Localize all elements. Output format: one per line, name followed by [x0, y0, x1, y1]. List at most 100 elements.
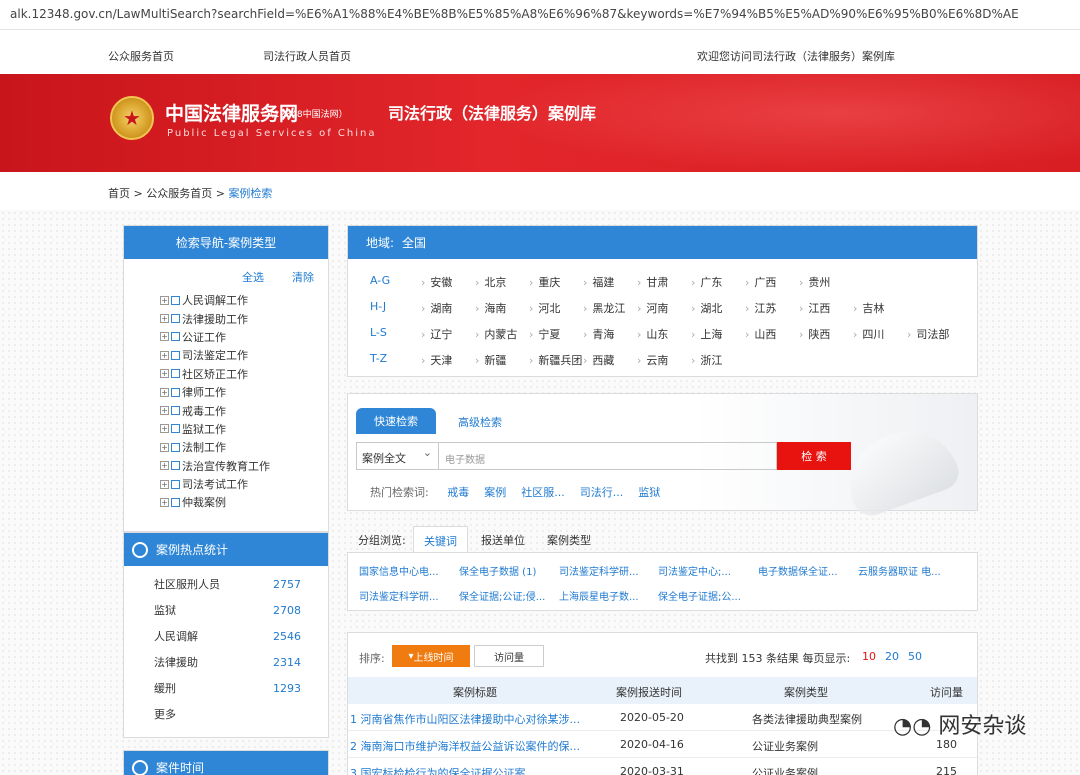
region-item[interactable]: 浙江: [691, 352, 722, 368]
search-button[interactable]: 检 索: [777, 442, 851, 470]
checkbox[interactable]: [171, 461, 180, 471]
tree-item-label[interactable]: 监狱工作: [182, 421, 226, 437]
address-bar[interactable]: alk.12348.gov.cn/LawMultiSearch?searchFi…: [0, 0, 1080, 30]
keyword-link[interactable]: 司法鉴定中心;...: [658, 563, 731, 578]
tree-item-label[interactable]: 律师工作: [182, 384, 226, 400]
sort-by-views-button[interactable]: 访问量: [474, 645, 544, 667]
page-size-50[interactable]: 50: [908, 650, 922, 663]
hot-search-term[interactable]: 戒毒: [447, 486, 469, 499]
stat-label[interactable]: 缓刑: [154, 680, 273, 696]
page-size-20[interactable]: 20: [885, 650, 899, 663]
tree-item-label[interactable]: 司法鉴定工作: [182, 347, 248, 363]
hot-search-term[interactable]: 案例: [484, 486, 506, 499]
tree-item-label[interactable]: 法制工作: [182, 439, 226, 455]
region-item[interactable]: 司法部: [907, 326, 949, 342]
region-item[interactable]: 青海: [583, 326, 614, 342]
region-item[interactable]: 贵州: [799, 274, 830, 290]
keyword-link[interactable]: 上海辰星电子数...: [559, 588, 639, 603]
hot-search-term[interactable]: 司法行...: [580, 486, 624, 499]
checkbox[interactable]: [171, 314, 180, 324]
expand-plus-icon[interactable]: +: [160, 497, 169, 507]
stat-row[interactable]: 社区服刑人员 2757: [124, 571, 328, 597]
page-size-10[interactable]: 10: [862, 650, 876, 663]
checkbox[interactable]: [171, 406, 180, 416]
search-input[interactable]: 电子数据: [439, 442, 777, 470]
checkbox[interactable]: [171, 350, 180, 360]
region-item[interactable]: 山西: [745, 326, 776, 342]
hot-search-term[interactable]: 社区服...: [521, 486, 565, 499]
checkbox[interactable]: [171, 442, 180, 452]
quick-search-tab[interactable]: 快速检索: [356, 408, 436, 434]
tab-case-type[interactable]: 案例类型: [547, 532, 591, 548]
keyword-link[interactable]: 国家信息中心电...: [359, 563, 439, 578]
stat-label[interactable]: 人民调解: [154, 628, 273, 644]
expand-plus-icon[interactable]: +: [160, 387, 169, 397]
checkbox[interactable]: [171, 479, 180, 489]
keyword-link[interactable]: 电子数据保全证...: [758, 563, 838, 578]
region-item[interactable]: 河北: [529, 300, 560, 316]
expand-plus-icon[interactable]: +: [160, 479, 169, 489]
region-letter-group[interactable]: L-S: [370, 326, 387, 339]
tab-keywords[interactable]: 关键词: [413, 526, 468, 553]
tree-item[interactable]: + 法律援助工作: [160, 309, 328, 327]
tree-item-label[interactable]: 公证工作: [182, 329, 226, 345]
result-title-link[interactable]: 2 海南海口市维护海洋权益公益诉讼案件的保...: [350, 738, 580, 754]
advanced-search-tab[interactable]: 高级检索: [458, 414, 502, 430]
expand-plus-icon[interactable]: +: [160, 314, 169, 324]
tree-item[interactable]: + 监狱工作: [160, 420, 328, 438]
checkbox[interactable]: [171, 369, 180, 379]
expand-plus-icon[interactable]: +: [160, 424, 169, 434]
region-letter-group[interactable]: A-G: [370, 274, 390, 287]
result-title-link[interactable]: 3 国宏标检检行为的保全证据公证案: [350, 765, 526, 775]
region-item[interactable]: 新疆: [475, 352, 506, 368]
tab-submitting-unit[interactable]: 报送单位: [481, 532, 525, 548]
tree-item-label[interactable]: 法律援助工作: [182, 311, 248, 327]
tree-item-label[interactable]: 法治宣传教育工作: [182, 458, 270, 474]
keyword-link[interactable]: 司法鉴定科学研...: [359, 588, 439, 603]
tree-item-label[interactable]: 人民调解工作: [182, 292, 248, 308]
keyword-link[interactable]: 保全证据;公证;侵...: [459, 588, 545, 603]
region-all-link[interactable]: 全国: [402, 234, 426, 251]
stat-row[interactable]: 监狱 2708: [124, 597, 328, 623]
checkbox[interactable]: [171, 424, 180, 434]
region-item[interactable]: 广东: [691, 274, 722, 290]
tree-item[interactable]: + 人民调解工作: [160, 291, 328, 309]
search-field-select[interactable]: 案例全文: [356, 442, 439, 470]
tree-item-label[interactable]: 仲裁案例: [182, 494, 226, 510]
stat-row[interactable]: 法律援助 2314: [124, 649, 328, 675]
region-item[interactable]: 甘肃: [637, 274, 668, 290]
breadcrumb-public-home[interactable]: 公众服务首页: [146, 187, 212, 200]
region-item[interactable]: 天津: [421, 352, 452, 368]
region-item[interactable]: 江苏: [745, 300, 776, 316]
region-item[interactable]: 安徽: [421, 274, 452, 290]
region-item[interactable]: 云南: [637, 352, 668, 368]
keyword-link[interactable]: 云服务器取证 电...: [858, 563, 941, 578]
stats-more-link[interactable]: 更多: [124, 701, 328, 727]
region-item[interactable]: 湖南: [421, 300, 452, 316]
region-item[interactable]: 上海: [691, 326, 722, 342]
region-item[interactable]: 宁夏: [529, 326, 560, 342]
region-item[interactable]: 吉林: [853, 300, 884, 316]
region-item[interactable]: 陕西: [799, 326, 830, 342]
tree-item-label[interactable]: 司法考试工作: [182, 476, 248, 492]
checkbox[interactable]: [171, 497, 180, 507]
select-all-link[interactable]: 全选: [242, 269, 264, 285]
region-letter-group[interactable]: H-J: [370, 300, 386, 313]
stat-label[interactable]: 社区服刑人员: [154, 576, 273, 592]
keyword-link[interactable]: 保全电子数据 (1): [459, 563, 536, 578]
tree-item-label[interactable]: 社区矫正工作: [182, 366, 248, 382]
public-home-link[interactable]: 公众服务首页: [108, 48, 174, 64]
tree-item[interactable]: + 公证工作: [160, 328, 328, 346]
hot-search-term[interactable]: 监狱: [638, 486, 660, 499]
region-item[interactable]: 福建: [583, 274, 614, 290]
tree-item[interactable]: + 法治宣传教育工作: [160, 457, 328, 475]
clear-link[interactable]: 清除: [292, 269, 314, 285]
staff-home-link[interactable]: 司法行政人员首页: [263, 48, 351, 64]
region-item[interactable]: 内蒙古: [475, 326, 517, 342]
tree-item[interactable]: + 社区矫正工作: [160, 365, 328, 383]
region-item[interactable]: 湖北: [691, 300, 722, 316]
tree-item[interactable]: + 司法考试工作: [160, 475, 328, 493]
tree-item[interactable]: + 戒毒工作: [160, 401, 328, 419]
stat-row[interactable]: 人民调解 2546: [124, 623, 328, 649]
region-item[interactable]: 山东: [637, 326, 668, 342]
